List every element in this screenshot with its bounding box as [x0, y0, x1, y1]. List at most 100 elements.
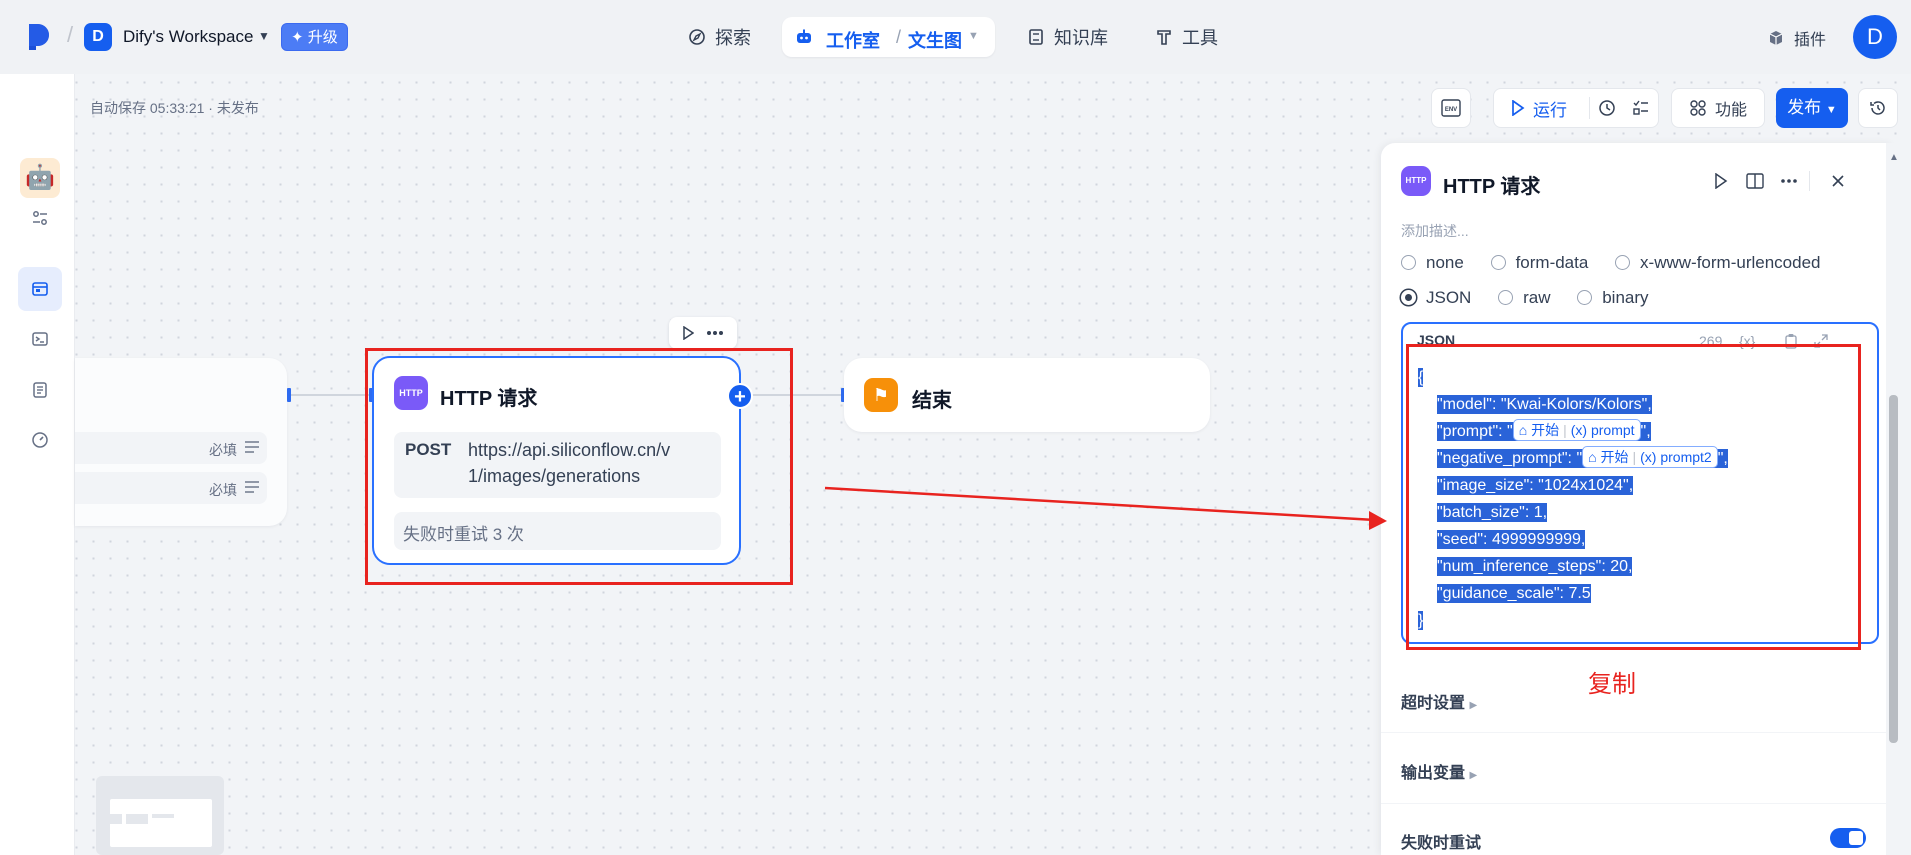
radio-icon: [1577, 290, 1593, 305]
annotation-label: 复制: [1588, 671, 1636, 698]
features-label: 功能: [1715, 102, 1748, 119]
scroll-up-icon[interactable]: ▲: [1889, 152, 1899, 163]
radio-label: binary: [1602, 288, 1649, 307]
minimap[interactable]: [96, 776, 224, 855]
chevron-down-icon: ▼: [1825, 104, 1837, 116]
terminal-icon[interactable]: [18, 317, 62, 361]
upgrade-button[interactable]: ✦ 升级: [281, 23, 348, 51]
radio-form-data[interactable]: form-data: [1490, 253, 1588, 272]
gauge-icon[interactable]: [18, 418, 62, 462]
version-history-button[interactable]: [1858, 88, 1898, 128]
checklist-icon: [1633, 100, 1649, 115]
plugins-label: 插件: [1794, 32, 1827, 49]
divider: [1381, 732, 1892, 733]
nav-tools[interactable]: 工具: [1155, 24, 1218, 50]
more-icon[interactable]: [1781, 179, 1797, 183]
timeout-settings-toggle[interactable]: 超时设置 ▶: [1401, 689, 1477, 713]
clock-run-icon: [1599, 100, 1616, 116]
start-node[interactable]: 必填 必填: [75, 358, 287, 526]
upgrade-label: 升级: [307, 29, 338, 46]
edge-start-http: [289, 394, 373, 396]
autosave-status: 自动保存 05:33:21 · 未发布: [90, 100, 259, 116]
chevron-right-icon: ▶: [1469, 700, 1478, 711]
radio-none[interactable]: none: [1401, 253, 1464, 272]
scrollbar-thumb[interactable]: [1889, 395, 1898, 743]
minimap-node: [110, 814, 122, 824]
nav-knowledge[interactable]: 知识库: [1027, 24, 1108, 50]
output-port[interactable]: [287, 388, 291, 402]
description-input[interactable]: 添加描述...: [1401, 221, 1469, 241]
radio-icon: [1401, 255, 1416, 270]
radio-label: x-www-form-urlencoded: [1640, 253, 1821, 272]
app-icon[interactable]: 🤖: [20, 158, 60, 198]
radio-label: raw: [1523, 288, 1551, 307]
minimap-node: [126, 814, 148, 824]
radio-json[interactable]: JSON: [1401, 288, 1471, 307]
http-badge-icon: HTTP: [1401, 166, 1431, 196]
nav-studio-tab[interactable]: 工作室 / 文生图 ▼: [782, 17, 995, 57]
book-icon: [1029, 29, 1043, 45]
features-button[interactable]: 功能: [1671, 88, 1765, 128]
divider: [1809, 171, 1810, 191]
logs-icon[interactable]: [18, 368, 62, 412]
more-icon[interactable]: [706, 330, 724, 336]
plugins-button[interactable]: 插件: [1767, 26, 1826, 50]
annotation-arrow-icon: [824, 486, 1387, 530]
nav-knowledge-label: 知识库: [1054, 28, 1108, 48]
end-flag-icon: ⚑: [864, 378, 898, 412]
body-type-row-2: JSON raw binary: [1401, 288, 1671, 308]
sliders-icon[interactable]: [18, 196, 62, 240]
play-icon: [1512, 100, 1525, 116]
history-run-button[interactable]: [1590, 99, 1624, 117]
run-group: 运行: [1493, 88, 1659, 128]
nav-tools-label: 工具: [1182, 28, 1218, 48]
divider: [1381, 803, 1892, 804]
radio-label: none: [1426, 253, 1464, 272]
book-open-icon[interactable]: [1746, 173, 1764, 189]
section-label: 输出变量: [1401, 765, 1466, 782]
required-label: 必填: [209, 482, 237, 498]
features-icon: [1690, 100, 1706, 116]
section-label: 超时设置: [1401, 695, 1466, 712]
publish-button[interactable]: 发布 ▼: [1776, 88, 1848, 128]
nav-explore[interactable]: 探索: [688, 24, 751, 50]
minimap-node: [152, 814, 174, 818]
start-variable-row[interactable]: 必填: [75, 472, 267, 504]
radio-urlencoded[interactable]: x-www-form-urlencoded: [1615, 253, 1820, 272]
orchestrate-icon[interactable]: [18, 267, 62, 311]
checklist-button[interactable]: [1624, 99, 1658, 117]
svg-text:ENV: ENV: [1445, 107, 1457, 113]
run-button[interactable]: 运行: [1494, 96, 1589, 121]
robot-icon: [797, 29, 811, 43]
body-type-row-1: none form-data x-www-form-urlencoded: [1401, 253, 1842, 273]
text-lines-icon: [245, 441, 259, 453]
node-actions: [669, 317, 737, 349]
play-icon[interactable]: [1714, 173, 1728, 189]
history-icon: [1870, 101, 1885, 115]
retry-section-label: 失败时重试: [1401, 835, 1482, 852]
radio-icon: [1490, 255, 1506, 270]
end-node[interactable]: ⚑ 结束: [844, 358, 1210, 432]
close-icon[interactable]: [1832, 175, 1844, 187]
retry-toggle[interactable]: [1830, 828, 1866, 848]
output-variables-toggle[interactable]: 输出变量 ▶: [1401, 759, 1477, 783]
user-avatar[interactable]: D: [1853, 15, 1897, 59]
required-label: 必填: [209, 442, 237, 458]
chevron-down-icon[interactable]: ▼: [968, 30, 979, 42]
start-variable-row[interactable]: 必填: [75, 432, 267, 464]
panel-title[interactable]: HTTP 请求: [1443, 170, 1540, 199]
play-icon[interactable]: [682, 326, 694, 340]
env-button[interactable]: ENV: [1431, 88, 1471, 128]
chevron-down-icon[interactable]: ▼: [258, 29, 270, 43]
radio-binary[interactable]: binary: [1577, 288, 1649, 307]
workspace-name[interactable]: Dify's Workspace: [123, 27, 253, 47]
radio-raw[interactable]: raw: [1498, 288, 1550, 307]
radio-icon: [1615, 255, 1631, 270]
dify-logo[interactable]: [26, 22, 52, 52]
radio-icon: [1498, 290, 1514, 305]
env-icon: ENV: [1441, 99, 1461, 117]
text-lines-icon: [245, 481, 259, 493]
nav-app-label[interactable]: 文生图: [908, 27, 962, 53]
workspace-avatar[interactable]: D: [84, 23, 112, 51]
nav-explore-label: 探索: [715, 28, 751, 48]
